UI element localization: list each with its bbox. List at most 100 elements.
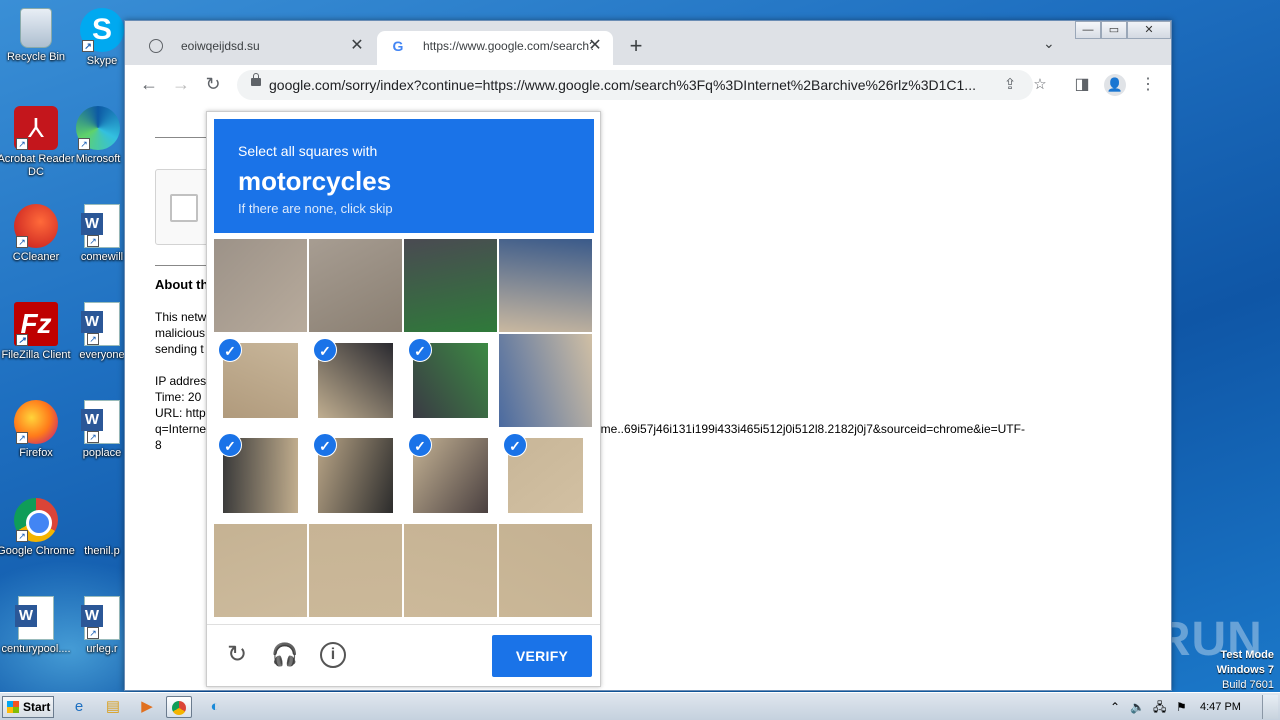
desktop-icon-firefox[interactable]: ↗ Firefox (0, 400, 75, 460)
desktop-icon-edge[interactable]: ↗ Microsoft (68, 106, 128, 166)
tab-search-dropdown-icon[interactable]: ⌄ (1043, 35, 1055, 52)
profile-avatar-icon[interactable]: 👤 (1104, 74, 1126, 96)
info-icon[interactable]: i (320, 642, 346, 668)
tile-photo (499, 524, 592, 617)
para-line: sending t (155, 342, 204, 356)
challenge-tile[interactable] (214, 239, 307, 332)
challenge-tile[interactable]: ✓ (214, 334, 307, 427)
desktop-icon-label: urleg.r (86, 643, 118, 655)
network-icon[interactable]: 🖧 (1153, 697, 1166, 717)
desktop-icon-label: CCleaner (12, 251, 60, 263)
action-center-flag-icon[interactable]: ⚑ (1176, 697, 1187, 717)
window-close-button[interactable]: ✕ (1127, 21, 1171, 39)
test-mode-line1: Test Mode (1220, 649, 1274, 661)
challenge-tile[interactable] (499, 524, 592, 617)
challenge-image-grid: ✓ ✓ ✓ ✓ ✓ ✓ ✓ (214, 239, 594, 619)
desktop-icon-label: centurypool.... (1, 643, 71, 655)
ccleaner-icon: ↗ (14, 204, 58, 248)
challenge-tile[interactable]: ✓ (404, 429, 497, 522)
skype-icon: S ↗ (80, 8, 124, 52)
blank-file-icon (80, 498, 124, 542)
desktop-icon-recycle-bin[interactable]: Recycle Bin (0, 8, 75, 64)
desktop-icon-acrobat[interactable]: ⅄ ↗ Acrobat Reader DC (0, 106, 75, 179)
url-end: 8 (155, 438, 162, 452)
check-icon: ✓ (218, 338, 242, 362)
check-icon: ✓ (408, 338, 432, 362)
tab-eoiwqeijdsd[interactable]: eoiwqeijdsd.su ✕ (135, 31, 375, 65)
edge-icon: ↗ (76, 106, 120, 150)
tab-close-icon[interactable]: ✕ (347, 31, 367, 61)
para-line: This netw (155, 310, 207, 324)
para-line: malicious (155, 326, 206, 340)
tab-google-search[interactable]: G https://www.google.com/search?q= ✕ (377, 31, 613, 65)
desktop-icon-poplace[interactable]: ↗ poplace (72, 400, 132, 460)
word-doc-icon: ↗ (81, 596, 120, 640)
tray-arrow-icon[interactable]: ⌃ (1110, 697, 1120, 717)
show-desktop-button[interactable] (1262, 695, 1278, 719)
desktop-icon-label: Acrobat Reader DC (0, 153, 75, 178)
desktop-icon-label: Firefox (19, 447, 53, 459)
url-text[interactable]: google.com/sorry/index?continue=https://… (269, 70, 991, 100)
recycle-bin-icon (20, 8, 52, 48)
desktop-icon-label: Google Chrome (0, 545, 75, 557)
desktop-icon-ccleaner[interactable]: ↗ CCleaner (0, 204, 75, 264)
forward-arrow-icon[interactable]: → (169, 72, 193, 96)
reload-icon[interactable]: ↻ (201, 72, 225, 96)
challenge-tile[interactable] (309, 239, 402, 332)
acrobat-icon: ⅄ ↗ (14, 106, 58, 150)
challenge-tile[interactable]: ✓ (309, 429, 402, 522)
challenge-tile[interactable]: ✓ (214, 429, 307, 522)
edge-taskbar-icon[interactable]: ◐ (202, 696, 228, 718)
file-explorer-icon[interactable]: ▤ (100, 696, 126, 718)
desktop-icon-urleg[interactable]: ↗ urleg.r (72, 596, 132, 656)
audio-challenge-icon[interactable]: 🎧 (269, 639, 301, 671)
volume-icon[interactable]: 🔈 (1130, 697, 1145, 717)
back-arrow-icon[interactable]: ← (137, 72, 161, 96)
internet-explorer-icon[interactable]: e (66, 696, 92, 718)
tab-close-icon[interactable]: ✕ (585, 31, 605, 61)
time-label: Time: 20 (155, 390, 202, 404)
desktop-icon-comewill[interactable]: ↗ comewill (72, 204, 132, 264)
start-button[interactable]: Start (2, 696, 54, 718)
challenge-tile[interactable] (499, 239, 592, 332)
media-player-icon[interactable]: ▶ (134, 696, 160, 718)
desktop-icon-label: FileZilla Client (1, 349, 71, 361)
desktop-icon-label: Recycle Bin (6, 51, 66, 63)
share-icon[interactable]: ⇪ (999, 74, 1021, 96)
challenge-tile[interactable]: ✓ (499, 429, 592, 522)
challenge-tile[interactable] (499, 334, 592, 427)
verify-button[interactable]: VERIFY (492, 635, 592, 677)
kebab-menu-icon[interactable]: ⋮ (1137, 74, 1159, 96)
challenge-tile[interactable] (404, 239, 497, 332)
chrome-taskbar-icon[interactable] (166, 696, 192, 718)
window-maximize-button[interactable]: ▭ (1101, 21, 1127, 39)
taskbar-clock[interactable]: 4:47 PM (1200, 696, 1241, 718)
desktop-icon-centurypool[interactable]: centurypool.... (0, 596, 75, 656)
ip-address-label: IP addres (155, 374, 207, 388)
desktop-icon-skype[interactable]: S ↗ Skype (72, 8, 132, 68)
side-panel-icon[interactable]: ◨ (1071, 74, 1093, 96)
reload-challenge-icon[interactable]: ↻ (221, 639, 253, 671)
challenge-tile[interactable] (309, 524, 402, 617)
bookmark-star-icon[interactable]: ☆ (1029, 74, 1051, 96)
word-doc-icon: ↗ (81, 204, 120, 248)
challenge-tile[interactable]: ✓ (309, 334, 402, 427)
url-continuation-left: q=Interne (155, 422, 207, 436)
tile-photo (404, 524, 497, 617)
challenge-tile[interactable] (404, 524, 497, 617)
lock-icon[interactable] (251, 73, 261, 86)
window-minimize-button[interactable]: — (1075, 21, 1101, 39)
tab-strip: eoiwqeijdsd.su ✕ G https://www.google.co… (125, 21, 1171, 65)
url-label: URL: http (155, 406, 206, 420)
desktop-icon-everyone[interactable]: ↗ everyone (72, 302, 132, 362)
new-tab-button[interactable]: + (623, 33, 649, 59)
address-bar[interactable]: google.com/sorry/index?continue=https://… (237, 70, 1047, 100)
tile-photo (499, 334, 592, 427)
desktop-icon-thenil[interactable]: thenil.p (72, 498, 132, 558)
desktop-icon-label: poplace (82, 447, 122, 459)
challenge-tile[interactable] (214, 524, 307, 617)
desktop-icon-chrome[interactable]: ↗ Google Chrome (0, 498, 75, 558)
desktop-icon-filezilla[interactable]: Fz ↗ FileZilla Client (0, 302, 75, 362)
recaptcha-checkbox[interactable] (170, 194, 198, 222)
challenge-tile[interactable]: ✓ (404, 334, 497, 427)
